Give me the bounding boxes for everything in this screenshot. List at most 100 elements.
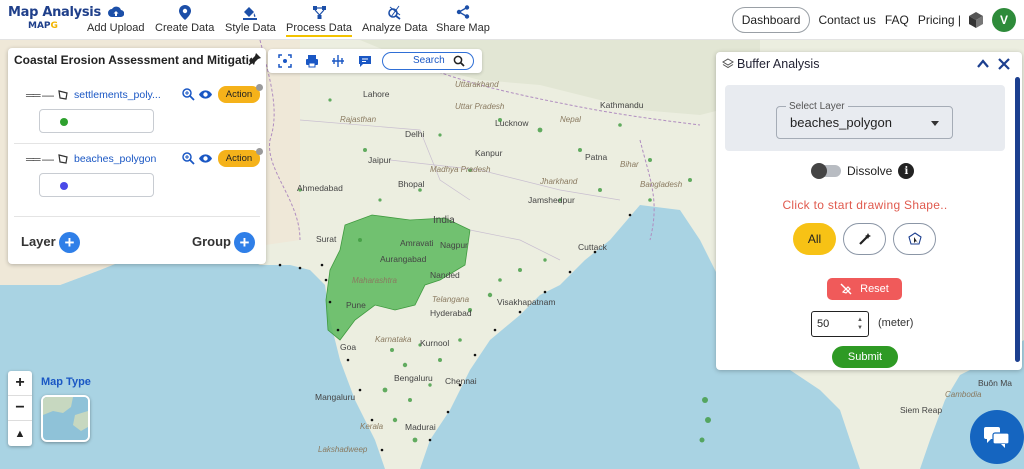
map-label-nagpur: Nagpur <box>440 240 468 250</box>
polygon-shape-icon <box>57 153 69 165</box>
map-label-rajasthan: Rajasthan <box>340 115 377 124</box>
layer-style-box[interactable] <box>39 109 154 133</box>
map-label-visakhapatnam: Visakhapatnam <box>497 297 556 307</box>
select-layer-value: beaches_polygon <box>790 115 892 130</box>
map-toolbar: Search <box>268 49 482 73</box>
map-label-karnataka: Karnataka <box>375 335 412 344</box>
compass-north-button[interactable]: ▲ <box>8 421 32 446</box>
select-layer-dropdown[interactable]: Select Layer beaches_polygon <box>776 101 953 139</box>
chat-support-button[interactable] <box>970 410 1024 464</box>
number-spinner-icon[interactable]: ▲ ▼ <box>857 316 863 332</box>
reset-button[interactable]: Reset <box>827 278 902 300</box>
layer-row-beaches: ══ — beaches_polygon Action <box>8 146 266 208</box>
add-layer-button[interactable]: + <box>59 232 80 253</box>
map-label-kerala: Kerala <box>360 422 384 431</box>
map-label-surat: Surat <box>316 234 337 244</box>
layer-label: Layer <box>21 234 56 249</box>
dropdown-arrow-icon <box>931 121 939 126</box>
map-label-siem-reap: Siem Reap <box>900 405 943 415</box>
faq-link[interactable]: FAQ <box>885 13 909 27</box>
nav-create-data-label: Create Data <box>155 22 215 34</box>
map-pin-icon <box>177 4 193 20</box>
nav-style-data-label: Style Data <box>225 22 276 34</box>
nav-process-data[interactable]: Process Data <box>286 4 353 38</box>
map-label-nanded: Nanded <box>430 270 460 280</box>
map-label-aurangabad: Aurangabad <box>380 254 427 264</box>
add-group-button[interactable]: + <box>234 232 255 253</box>
row-divider <box>14 216 260 217</box>
close-icon[interactable] <box>997 57 1011 71</box>
map-label-jamshedpur: Jamshedpur <box>528 195 575 205</box>
nav-share-map[interactable]: Share Map <box>436 4 490 38</box>
map-label-pune: Pune <box>346 300 366 310</box>
collapse-icon[interactable]: — <box>42 88 54 102</box>
drag-handle-icon[interactable]: ══ <box>26 90 41 102</box>
dissolve-control: Dissolve i <box>811 163 915 179</box>
submit-button[interactable]: Submit <box>832 346 898 368</box>
layer-name[interactable]: settlements_poly... <box>74 89 161 101</box>
info-icon[interactable]: i <box>898 163 915 179</box>
satellite-thumbnail-icon <box>43 397 88 440</box>
zoom-controls: + − ▲ <box>8 371 32 446</box>
collapse-icon[interactable]: — <box>42 152 54 166</box>
map-label-amravati: Amravati <box>400 238 434 248</box>
dashboard-button[interactable]: Dashboard <box>731 7 811 33</box>
layer-style-box[interactable] <box>39 173 154 197</box>
nav-analyze-data[interactable]: Analyze Data <box>362 4 427 38</box>
user-avatar[interactable]: V <box>992 8 1016 32</box>
nav-process-data-label: Process Data <box>286 22 353 37</box>
buffer-analysis-panel: Buffer Analysis Select Layer beaches_pol… <box>716 52 1022 370</box>
nav-style-data[interactable]: Style Data <box>225 4 276 38</box>
layer-action-button[interactable]: Action <box>218 86 260 103</box>
dissolve-toggle[interactable] <box>811 163 841 179</box>
map-search-box[interactable]: Search <box>382 52 474 70</box>
buffer-distance-input[interactable]: 50 ▲ ▼ <box>811 311 869 337</box>
distance-unit-label: (meter) <box>878 317 914 329</box>
measure-icon[interactable] <box>331 54 345 68</box>
visibility-eye-icon[interactable] <box>198 152 213 165</box>
map-label-madhya-pradesh: Madhya Pradesh <box>430 165 491 174</box>
nav-add-upload-label: Add Upload <box>87 22 145 34</box>
map-label-jaipur: Jaipur <box>368 155 392 165</box>
collapse-chevron-up-icon[interactable] <box>976 57 990 71</box>
zoom-to-layer-icon[interactable] <box>182 88 195 101</box>
pricing-link[interactable]: Pricing | <box>918 13 961 27</box>
nav-analyze-data-label: Analyze Data <box>362 22 428 34</box>
map-type-thumbnail[interactable] <box>41 395 90 442</box>
zoom-in-button[interactable]: + <box>8 371 32 396</box>
layer-action-button[interactable]: Action <box>218 150 260 167</box>
select-all-button[interactable]: All <box>793 223 836 255</box>
drag-handle-icon[interactable]: ══ <box>26 154 41 166</box>
top-navigation-bar: Map Analysis MAPG Add Upload Create Data… <box>0 0 1024 40</box>
select-shape-button[interactable] <box>893 223 936 255</box>
zoom-out-button[interactable]: − <box>8 396 32 421</box>
map-label-lakshadweep: Lakshadweep <box>318 445 368 454</box>
buffer-distance-value: 50 <box>817 318 830 330</box>
right-nav: Dashboard Contact us FAQ Pricing | V <box>731 7 1016 33</box>
magic-wand-icon <box>858 233 871 245</box>
contact-us-link[interactable]: Contact us <box>818 13 875 27</box>
map-label-india: India <box>433 215 455 226</box>
pin-icon[interactable] <box>248 52 262 66</box>
print-icon[interactable] <box>305 54 319 68</box>
map-analysis-logo[interactable]: Map Analysis MAPG <box>8 5 101 37</box>
panel-scrollbar[interactable] <box>1015 77 1020 362</box>
polygon-shape-icon <box>57 89 69 101</box>
nav-create-data[interactable]: Create Data <box>155 4 214 38</box>
draw-tool-button[interactable] <box>843 223 886 255</box>
status-dot <box>256 84 263 91</box>
layer-name[interactable]: beaches_polygon <box>74 153 156 165</box>
logo-title: Map Analysis <box>8 5 101 20</box>
buffer-panel-title: Buffer Analysis <box>737 57 820 71</box>
map-label-nepal: Nepal <box>560 115 581 124</box>
nav-add-upload[interactable]: Add Upload <box>87 4 145 38</box>
cube-3d-icon[interactable] <box>967 11 985 29</box>
fullscreen-icon[interactable] <box>278 54 292 68</box>
map-label-chennai: Chennai <box>445 376 477 386</box>
zoom-to-layer-icon[interactable] <box>182 152 195 165</box>
select-layer-section: Select Layer beaches_polygon <box>725 85 1005 151</box>
comment-icon[interactable] <box>358 54 372 68</box>
map-label-cambodia: Cambodia <box>945 390 982 399</box>
map-label-bhopal: Bhopal <box>398 179 425 189</box>
visibility-eye-icon[interactable] <box>198 88 213 101</box>
